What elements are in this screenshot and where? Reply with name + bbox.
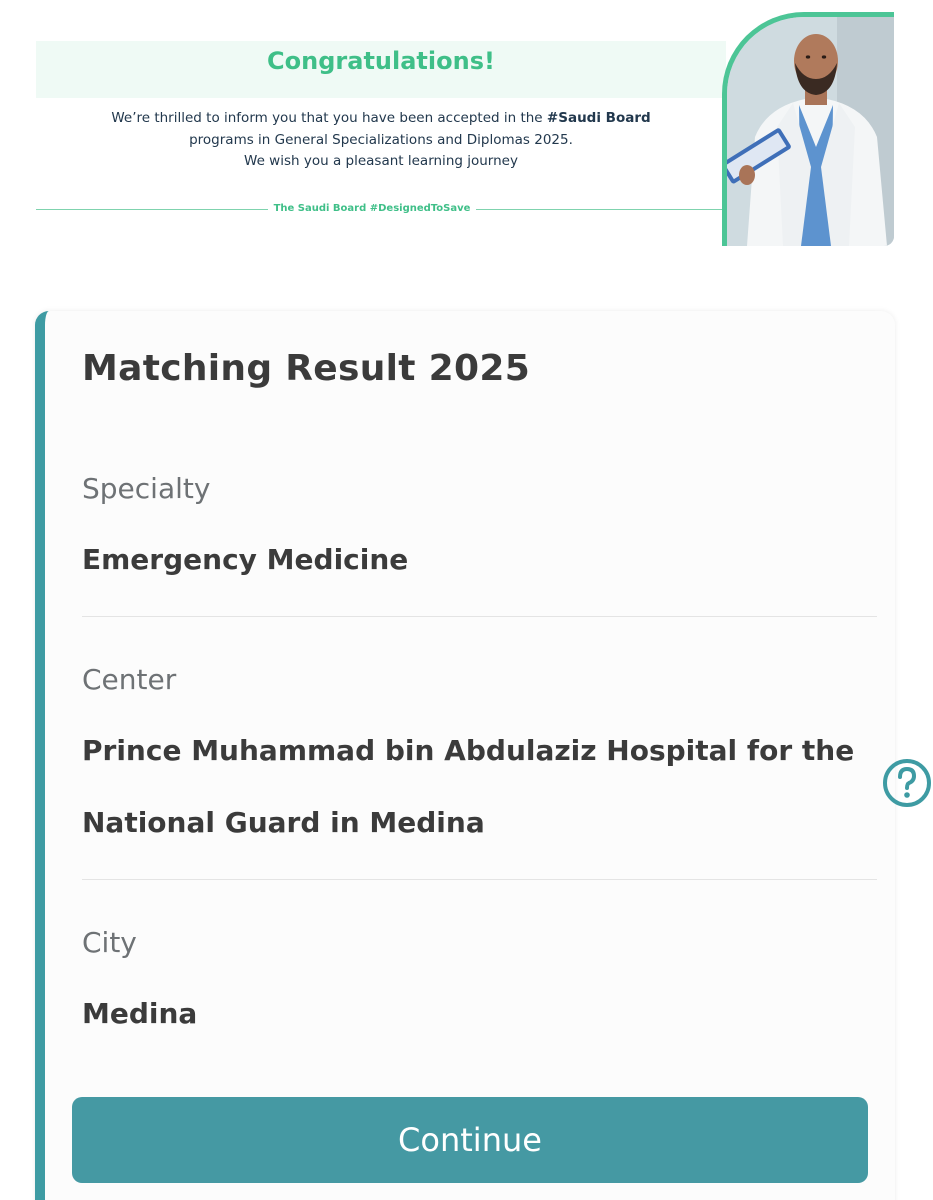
doctor-photo	[722, 12, 894, 246]
page: Congratulations! We’re thrilled to infor…	[0, 0, 933, 1200]
banner-message-part2: programs in General Specializations and …	[189, 131, 573, 148]
center-value: Prince Muhammad bin Abdulaziz Hospital f…	[82, 734, 855, 839]
specialty-label: Specialty	[82, 472, 211, 505]
acceptance-banner: Congratulations! We’re thrilled to infor…	[36, 12, 896, 246]
banner-message: We’re thrilled to inform you that you ha…	[86, 108, 676, 173]
center-label: Center	[82, 663, 177, 696]
banner-message-line3: We wish you a pleasant learning journey	[244, 153, 518, 169]
banner-hashtag: The Saudi Board #DesignedToSave	[273, 203, 471, 214]
banner-message-part1: We’re thrilled to inform you that you ha…	[111, 110, 547, 126]
city-value: Medina	[82, 997, 198, 1030]
doctor-illustration	[727, 17, 894, 246]
matching-result-card: Matching Result 2025 Specialty Emergency…	[35, 311, 895, 1200]
divider	[82, 616, 877, 617]
banner-heading: Congratulations!	[267, 47, 495, 75]
continue-button[interactable]: Continue	[72, 1097, 868, 1183]
divider	[82, 879, 877, 880]
banner-divider-right	[476, 209, 726, 210]
city-label: City	[82, 926, 137, 959]
card-title: Matching Result 2025	[82, 348, 531, 389]
banner-message-highlight: #Saudi Board	[546, 110, 651, 126]
specialty-value: Emergency Medicine	[82, 543, 409, 576]
banner-divider-left	[36, 209, 268, 210]
help-circle-icon[interactable]	[881, 757, 931, 809]
